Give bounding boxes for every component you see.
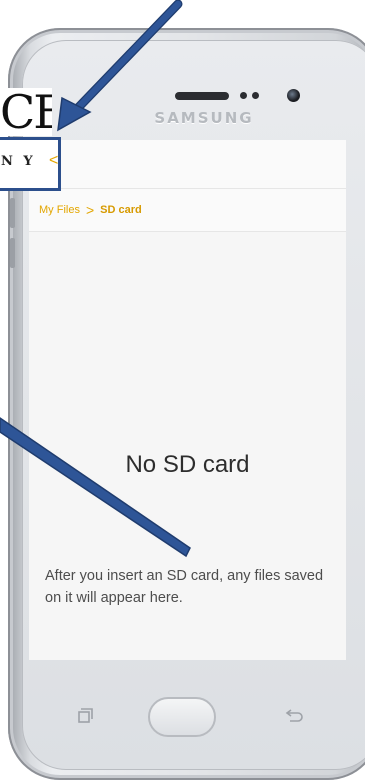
arrow-to-message	[0, 417, 191, 558]
arrow-to-logo	[57, 0, 183, 132]
annotation-arrows	[0, 0, 191, 558]
